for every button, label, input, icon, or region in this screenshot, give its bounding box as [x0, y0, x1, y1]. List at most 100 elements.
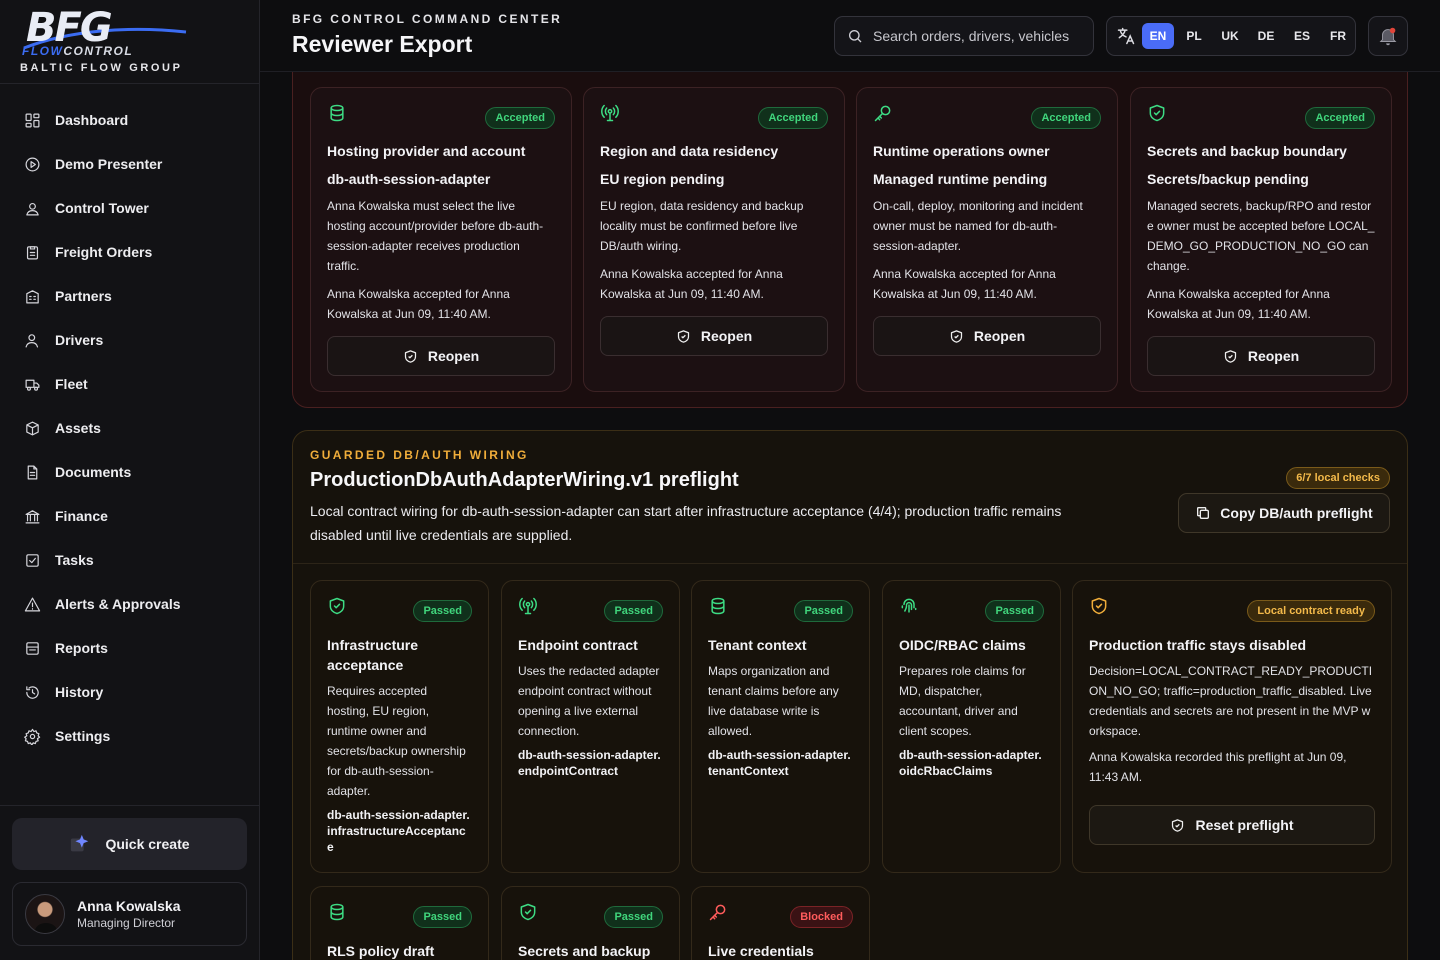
sidebar-item-drivers[interactable]: Drivers	[0, 318, 259, 362]
shield-check-icon	[1172, 818, 1184, 832]
card-subtitle: Secrets/backup pending	[1147, 171, 1309, 187]
document-icon	[27, 465, 38, 479]
building-icon	[26, 289, 39, 303]
quick-create-label: Quick create	[105, 836, 190, 852]
gear-icon	[24, 728, 41, 745]
card-description: Anna Kowalska must select the live hosti…	[327, 199, 544, 273]
check-card: Blocked Live credentials	[691, 886, 870, 960]
quick-create-button[interactable]: Quick create	[12, 818, 247, 870]
sidebar-item-documents[interactable]: Documents	[0, 450, 259, 494]
lang-uk[interactable]: UK	[1214, 23, 1246, 49]
card-title: Hosting provider and account	[327, 143, 526, 159]
status-badge: Accepted	[758, 106, 828, 129]
acceptance-card: Accepted Runtime operations owner Manage…	[856, 87, 1118, 392]
card-note: Anna Kowalska accepted for Anna Kowalska…	[1147, 287, 1330, 321]
sidebar-item-freight-orders[interactable]: Freight Orders	[0, 230, 259, 274]
box-icon	[26, 421, 39, 435]
sidebar-item-history[interactable]: History	[0, 670, 259, 714]
section-eyebrow: GUARDED DB/AUTH WIRING	[310, 448, 529, 462]
sidebar-item-dashboard[interactable]: Dashboard	[0, 98, 259, 142]
play-circle-icon	[25, 157, 40, 171]
reopen-button[interactable]: Reopen	[327, 336, 555, 376]
decision-card: Local contract ready Production traffic …	[1072, 580, 1392, 873]
sidebar-item-assets[interactable]: Assets	[0, 406, 259, 450]
sidebar-item-label: Drivers	[55, 332, 104, 348]
check-card: Passed RLS policy draft	[310, 886, 489, 960]
sidebar-item-reports[interactable]: Reports	[0, 626, 259, 670]
shield-check-icon	[1147, 103, 1167, 128]
reset-preflight-button[interactable]: Reset preflight	[1089, 805, 1375, 845]
acceptance-card: Accepted Region and data residency EU re…	[583, 87, 845, 392]
sidebar-item-fleet[interactable]: Fleet	[0, 362, 259, 406]
status-badge: Passed	[413, 599, 472, 622]
sidebar-item-label: Documents	[55, 464, 132, 480]
header: BFG CONTROL COMMAND CENTER Reviewer Expo…	[260, 0, 1440, 72]
sidebar-item-settings[interactable]: Settings	[0, 714, 259, 758]
quick-create-icon	[71, 834, 89, 852]
fingerprint-icon	[899, 596, 919, 621]
check-title: Live credentials	[708, 943, 814, 959]
sidebar-item-label: Finance	[55, 508, 108, 524]
sidebar-item-demo-presenter[interactable]: Demo Presenter	[0, 142, 259, 186]
decision-note: Anna Kowalska recorded this preflight at…	[1089, 750, 1347, 784]
card-subtitle: Managed runtime pending	[873, 171, 1048, 187]
sidebar-item-control-tower[interactable]: Control Tower	[0, 186, 259, 230]
brand-logo[interactable]: BFG FLOWCONTROL BALTIC FLOW GROUP	[0, 0, 259, 84]
sidebar-footer: Quick create Anna Kowalska Managing Dire…	[0, 805, 259, 960]
search-input[interactable]: Search orders, drivers, vehicles	[834, 16, 1094, 56]
status-badge: Blocked	[790, 905, 853, 928]
section-title: ProductionDbAuthAdapterWiring.v1 preflig…	[310, 469, 739, 491]
check-description: Uses the redacted adapter endpoint contr…	[518, 664, 660, 738]
sidebar-item-finance[interactable]: Finance	[0, 494, 259, 538]
grid-icon	[25, 113, 40, 127]
page-title: Reviewer Export	[292, 31, 473, 57]
reopen-button[interactable]: Reopen	[1147, 336, 1375, 376]
sidebar-item-label: Freight Orders	[55, 244, 153, 260]
sidebar-item-alerts-approvals[interactable]: Alerts & Approvals	[0, 582, 259, 626]
check-card: Passed Tenant context Maps organization …	[691, 580, 870, 873]
bank-icon	[25, 509, 40, 523]
check-code: db-auth-session-adapter.endpointContract	[518, 748, 661, 778]
sidebar-nav: Dashboard Demo Presenter Control Tower F…	[0, 84, 259, 805]
shield-check-icon	[1224, 349, 1236, 363]
checks-count-badge: 6/7 local checks	[1286, 467, 1390, 489]
status-badge: Accepted	[485, 106, 555, 129]
sidebar-item-label: Demo Presenter	[55, 156, 163, 172]
lang-fr[interactable]: FR	[1322, 23, 1354, 49]
guarded-wiring-section: GUARDED DB/AUTH WIRING ProductionDbAuthA…	[292, 430, 1408, 960]
database-icon	[708, 596, 728, 621]
reopen-button[interactable]: Reopen	[600, 316, 828, 356]
lang-es[interactable]: ES	[1286, 23, 1318, 49]
avatar	[25, 894, 65, 934]
sidebar-item-partners[interactable]: Partners	[0, 274, 259, 318]
sidebar-item-label: Reports	[55, 640, 108, 656]
bell-icon	[1379, 27, 1397, 46]
lang-en[interactable]: EN	[1142, 23, 1174, 49]
reopen-label: Reopen	[700, 328, 753, 344]
infrastructure-acceptance-section: Accepted Hosting provider and account db…	[292, 40, 1408, 408]
status-badge: Passed	[604, 599, 663, 622]
lang-pl[interactable]: PL	[1178, 23, 1210, 49]
shield-check-icon	[677, 329, 689, 343]
search-placeholder: Search orders, drivers, vehicles	[873, 28, 1070, 44]
notifications-button[interactable]	[1368, 16, 1408, 56]
sidebar-item-label: Fleet	[55, 376, 88, 392]
truck-icon	[25, 379, 40, 391]
shield-check-icon	[950, 329, 962, 343]
shield-check-icon	[404, 349, 416, 363]
reopen-button[interactable]: Reopen	[873, 316, 1101, 356]
antenna-icon	[518, 596, 538, 621]
lang-de[interactable]: DE	[1250, 23, 1282, 49]
database-icon	[327, 103, 347, 128]
sidebar-item-label: Control Tower	[55, 200, 149, 216]
status-badge: Local contract ready	[1247, 599, 1375, 622]
brand-subtitle: BALTIC FLOW GROUP	[20, 62, 183, 74]
acceptance-card: Accepted Hosting provider and account db…	[310, 87, 572, 392]
user-card[interactable]: Anna Kowalska Managing Director	[12, 882, 247, 946]
card-note: Anna Kowalska accepted for Anna Kowalska…	[327, 287, 510, 321]
status-badge: Passed	[604, 905, 663, 928]
sidebar-item-tasks[interactable]: Tasks	[0, 538, 259, 582]
history-icon	[26, 685, 39, 699]
copy-preflight-button[interactable]: Copy DB/auth preflight	[1178, 493, 1390, 533]
database-icon	[327, 902, 347, 927]
